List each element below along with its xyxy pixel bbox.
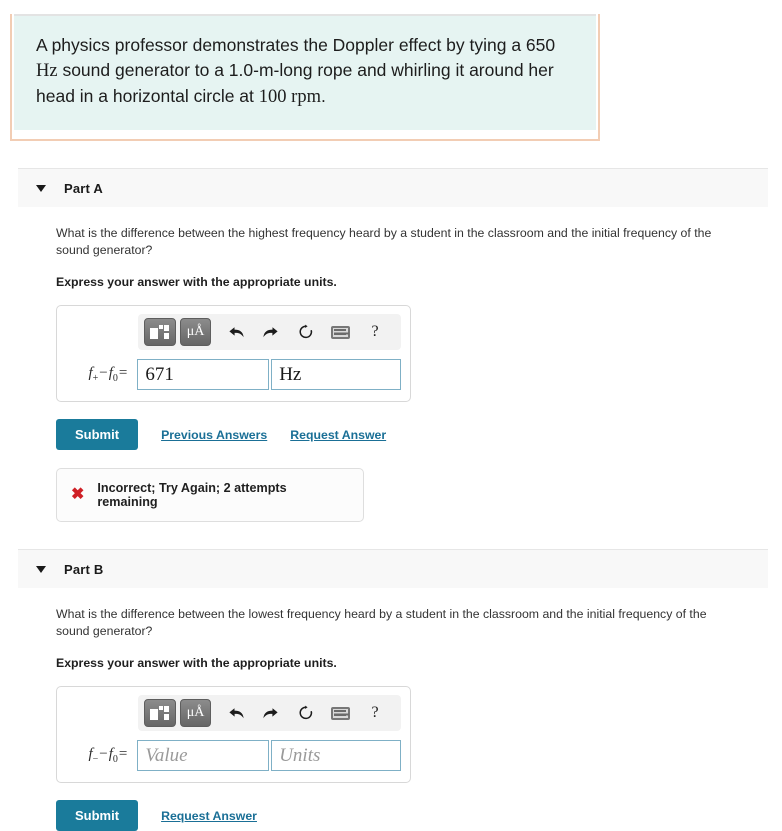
problem-statement-inner: A physics professor demonstrates the Dop… xyxy=(14,16,596,130)
part-a-answer-widget: μÅ ? f+−f0= 671 Hz xyxy=(56,305,411,402)
part-a-units-input[interactable]: Hz xyxy=(271,359,401,390)
units-button-label: μÅ xyxy=(186,324,205,339)
part-b-toolbar: μÅ ? xyxy=(138,695,401,731)
problem-rpm-value: 100 rpm xyxy=(258,87,321,107)
collapse-caret-icon[interactable] xyxy=(36,184,46,192)
part-a-formula-label: f+−f0= xyxy=(88,365,128,384)
reset-circle-glyph xyxy=(299,324,312,339)
part-a-body: What is the difference between the highe… xyxy=(0,225,782,522)
redo-arrow-icon[interactable] xyxy=(256,700,286,726)
reset-circle-icon[interactable] xyxy=(291,700,321,726)
part-b-question-text: What is the difference between the lowes… xyxy=(56,607,707,638)
reset-circle-glyph xyxy=(299,705,312,720)
part-b-instruction-text: Express your answer with the appropriate… xyxy=(56,656,337,670)
problem-unit-hz: Hz xyxy=(36,61,58,81)
part-b-title: Part B xyxy=(64,561,104,577)
part-b-answer-widget: μÅ ? f−−f0= Value Units xyxy=(56,686,411,783)
part-b-submit-row: Submit Request Answer xyxy=(56,800,782,831)
part-a-header[interactable]: Part A xyxy=(18,168,768,207)
undo-arrow-icon[interactable] xyxy=(221,319,251,345)
keyboard-icon[interactable] xyxy=(326,700,356,726)
problem-statement-text: A physics professor demonstrates the Dop… xyxy=(36,33,574,110)
part-b-header[interactable]: Part B xyxy=(18,549,768,588)
keyboard-glyph xyxy=(330,706,350,720)
problem-text-segment-1: A physics professor demonstrates the Dop… xyxy=(36,35,556,55)
undo-arrow-glyph xyxy=(229,326,244,337)
help-label: ? xyxy=(371,323,379,340)
keyboard-glyph xyxy=(330,325,350,339)
part-a-instruction-text: Express your answer with the appropriate… xyxy=(56,275,337,289)
units-mu-angstrom-icon[interactable]: μÅ xyxy=(179,699,212,727)
part-b-answer-row: f−−f0= Value Units xyxy=(66,740,401,771)
part-a-feedback-box: ✖ Incorrect; Try Again; 2 attempts remai… xyxy=(56,468,364,522)
part-b-request-answer-link[interactable]: Request Answer xyxy=(161,809,257,823)
redo-arrow-glyph xyxy=(263,326,279,337)
part-a-toolbar: μÅ ? xyxy=(138,314,401,350)
part-a-feedback-text: Incorrect; Try Again; 2 attempts remaini… xyxy=(97,481,287,509)
part-b-value-input[interactable]: Value xyxy=(137,740,270,771)
part-a-value-input[interactable]: 671 xyxy=(137,359,270,390)
problem-text-segment-3: . xyxy=(320,86,326,106)
x-mark-icon: ✖ xyxy=(71,486,85,503)
math-template-glyph xyxy=(150,705,170,721)
part-a-previous-answers-link[interactable]: Previous Answers xyxy=(161,428,267,442)
help-question-icon[interactable]: ? xyxy=(360,319,390,345)
part-a-request-answer-link[interactable]: Request Answer xyxy=(290,428,386,442)
part-b-section: Part B What is the difference between th… xyxy=(0,549,782,831)
units-button-label: μÅ xyxy=(186,705,205,720)
part-a-submit-button[interactable]: Submit xyxy=(56,419,139,450)
reset-circle-icon[interactable] xyxy=(291,319,321,345)
math-template-icon[interactable] xyxy=(144,699,176,727)
problem-statement-box: A physics professor demonstrates the Dop… xyxy=(10,14,600,141)
units-mu-angstrom-icon[interactable]: μÅ xyxy=(179,318,212,346)
collapse-caret-icon[interactable] xyxy=(36,565,46,573)
part-b-body: What is the difference between the lowes… xyxy=(0,606,782,831)
part-a-question-text: What is the difference between the highe… xyxy=(56,226,712,257)
help-question-icon[interactable]: ? xyxy=(360,700,390,726)
redo-arrow-icon[interactable] xyxy=(256,319,286,345)
math-template-icon[interactable] xyxy=(144,318,176,346)
undo-arrow-glyph xyxy=(229,707,244,718)
undo-arrow-icon[interactable] xyxy=(221,700,251,726)
help-label: ? xyxy=(371,704,379,721)
part-a-submit-row: Submit Previous Answers Request Answer xyxy=(56,419,782,450)
part-a-answer-row: f+−f0= 671 Hz xyxy=(66,359,401,390)
keyboard-icon[interactable] xyxy=(326,319,356,345)
math-template-glyph xyxy=(150,324,170,340)
part-a-title: Part A xyxy=(64,180,104,196)
part-b-submit-button[interactable]: Submit xyxy=(56,800,139,831)
redo-arrow-glyph xyxy=(263,707,279,718)
part-b-units-input[interactable]: Units xyxy=(271,740,401,771)
part-b-formula-label: f−−f0= xyxy=(88,746,128,765)
part-a-section: Part A What is the difference between th… xyxy=(0,168,782,522)
